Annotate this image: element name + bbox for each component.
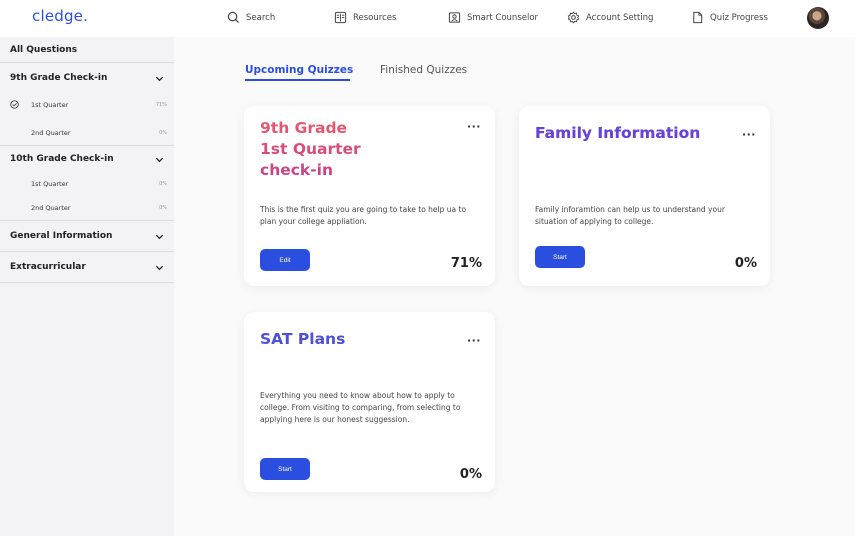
sidebar-group-toggle[interactable]: 9th Grade Check-in <box>0 63 174 93</box>
sidebar-item-10th-2nd-quarter[interactable]: 2nd Quarter 0% <box>0 196 174 220</box>
gear-icon <box>567 11 580 24</box>
sidebar-group-9th-grade: 9th Grade Check-in 1st Quarter 71% 2nd Q… <box>0 63 174 146</box>
nav-resources-label: Resources <box>353 12 397 23</box>
sidebar-group-toggle[interactable]: 10th Grade Check-in <box>0 146 174 172</box>
active-tab-underline <box>245 79 350 81</box>
counselor-icon <box>448 12 461 23</box>
sidebar-item-label: 2nd Quarter <box>31 129 71 137</box>
main-content: Upcoming Quizzes Finished Quizzes 9th Gr… <box>174 37 855 536</box>
nav-quiz-progress-label: Quiz Progress <box>710 12 768 23</box>
more-options-icon[interactable]: ··· <box>467 334 481 347</box>
quiz-card-progress: 71% <box>450 256 482 271</box>
sidebar-item-progress: 0% <box>159 205 167 211</box>
sidebar-group-toggle[interactable]: General Information <box>0 221 174 251</box>
app-logo[interactable]: cledge. <box>32 7 88 25</box>
avatar[interactable] <box>807 7 829 29</box>
check-circle-icon <box>10 100 19 109</box>
nav-account-setting-label: Account Setting <box>586 12 654 23</box>
search-icon <box>227 11 240 24</box>
more-options-icon[interactable]: ··· <box>467 120 481 133</box>
quiz-card-description: Family inforamtion can help us to unders… <box>535 205 725 226</box>
nav-account-setting[interactable]: Account Setting <box>567 11 653 24</box>
quiz-card-description: Everything you need to know about how to… <box>260 391 461 424</box>
sidebar-item-progress: 0% <box>159 181 167 187</box>
quiz-card-9th-grade: 9th Grade 1st Quarter check-in ··· This … <box>244 106 495 286</box>
sidebar-group-extracurricular: Extracurricular <box>0 252 174 283</box>
sidebar-group-general-information: General Information <box>0 221 174 252</box>
more-options-icon[interactable]: ··· <box>742 128 756 141</box>
start-button[interactable]: Start <box>535 246 585 268</box>
sidebar: All Questions 9th Grade Check-in 1st Qua… <box>0 37 174 536</box>
quiz-card-title-line: check-in <box>260 161 334 179</box>
quiz-card-progress: 0% <box>734 256 757 271</box>
sidebar-item-label: 1st Quarter <box>31 180 69 188</box>
quiz-card-title-line: 1st Quarter <box>260 140 361 158</box>
quiz-card-title: SAT Plans <box>260 330 346 348</box>
edit-button[interactable]: Edit <box>260 249 310 271</box>
chevron-down-icon <box>155 234 164 239</box>
chevron-down-icon <box>155 157 164 162</box>
sidebar-item-label: 1st Quarter <box>31 101 69 109</box>
quiz-card-title-line: 9th Grade <box>260 119 348 137</box>
quiz-card-sat-plans: SAT Plans ··· Everything you need to kno… <box>244 312 495 492</box>
sidebar-item-progress: 71% <box>155 102 167 108</box>
sidebar-item-10th-1st-quarter[interactable]: 1st Quarter 0% <box>0 172 174 196</box>
sidebar-group-title: Extracurricular <box>10 262 86 272</box>
tab-finished-quizzes[interactable]: Finished Quizzes <box>380 64 467 76</box>
sidebar-all-questions[interactable]: All Questions <box>0 37 174 63</box>
sidebar-item-9th-2nd-quarter[interactable]: 2nd Quarter 0% <box>0 121 174 145</box>
quiz-card-description: This is the first quiz you are going to … <box>260 205 467 226</box>
nav-search-label: Search <box>246 12 276 23</box>
top-bar: cledge. Search Resources Smart Counselor… <box>0 0 855 37</box>
sidebar-group-title: General Information <box>10 231 113 241</box>
chevron-down-icon <box>155 265 164 270</box>
sidebar-item-progress: 0% <box>159 130 167 136</box>
sidebar-item-label: 2nd Quarter <box>31 204 71 212</box>
nav-smart-counselor-label: Smart Counselor <box>467 12 539 23</box>
sidebar-group-title: 9th Grade Check-in <box>10 73 108 83</box>
quiz-card-progress: 0% <box>459 467 482 482</box>
quiz-card-family-information: Family Information ··· Family inforamtio… <box>519 106 770 286</box>
quiz-card-title: 9th Grade 1st Quarter check-in <box>260 118 400 181</box>
nav-resources[interactable]: Resources <box>334 11 396 24</box>
sidebar-group-title: 10th Grade Check-in <box>10 154 114 164</box>
chevron-down-icon <box>155 76 164 81</box>
resources-icon <box>334 11 347 24</box>
tab-upcoming-quizzes[interactable]: Upcoming Quizzes <box>245 64 353 76</box>
nav-quiz-progress[interactable]: Quiz Progress <box>691 11 768 24</box>
sidebar-group-toggle[interactable]: Extracurricular <box>0 252 174 282</box>
quiz-card-title: Family Information <box>535 124 701 142</box>
sidebar-group-10th-grade: 10th Grade Check-in 1st Quarter 0% 2nd Q… <box>0 146 174 221</box>
sidebar-item-9th-1st-quarter[interactable]: 1st Quarter 71% <box>0 93 174 117</box>
document-icon <box>693 11 703 24</box>
start-button[interactable]: Start <box>260 458 310 480</box>
nav-smart-counselor[interactable]: Smart Counselor <box>448 11 538 24</box>
nav-search[interactable]: Search <box>227 11 275 24</box>
